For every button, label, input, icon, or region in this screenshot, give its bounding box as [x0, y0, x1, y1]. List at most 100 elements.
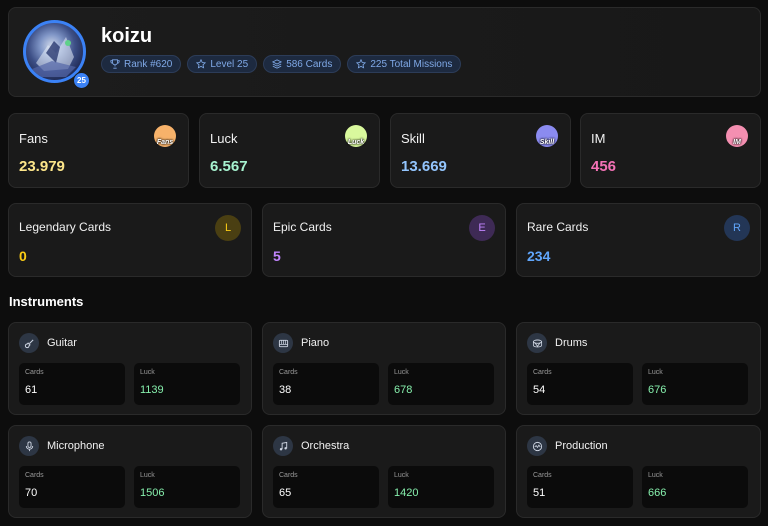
cards-pill: 586 Cards: [263, 55, 342, 73]
profile-badges: Rank #620 Level 25 586 Cards 225 Total M…: [101, 55, 462, 73]
cards-value: 65: [279, 487, 292, 499]
avatar-art-icon: [32, 37, 76, 77]
stat-title: Skill: [401, 131, 425, 146]
instrument-name: Production: [555, 440, 608, 452]
cards-stat: Cards 38: [273, 363, 379, 405]
rare-letter-icon: R: [724, 215, 750, 241]
luck-stat: Luck 678: [388, 363, 494, 405]
luck-stat: Luck 666: [642, 466, 748, 508]
cards-label: Cards: [25, 369, 44, 376]
instrument-name: Orchestra: [301, 440, 350, 452]
luck-value: 678: [394, 384, 413, 396]
instrument-card-drums: Drums Cards 54 Luck 676: [516, 322, 761, 415]
avatar-container: 25: [23, 20, 90, 89]
rarity-card-rare: Rare Cards 234 R: [516, 203, 761, 277]
luck-icon: Luck: [345, 125, 367, 147]
cards-label: Cards: [279, 472, 298, 479]
epic-letter-icon: E: [469, 215, 495, 241]
layers-icon: [272, 59, 283, 69]
rarity-title: Legendary Cards: [19, 220, 112, 234]
cards-stat: Cards 61: [19, 363, 125, 405]
stat-card-fans: Fans 23.979 Fans: [8, 113, 189, 188]
microphone-icon: [19, 436, 39, 456]
music-note-icon: [273, 436, 293, 456]
rarity-value: 0: [19, 248, 27, 264]
missions-label: 225 Total Missions: [370, 58, 453, 70]
luck-stat: Luck 1420: [388, 466, 494, 508]
instrument-header: Piano: [273, 333, 329, 353]
luck-label: Luck: [140, 369, 155, 376]
instrument-header: Drums: [527, 333, 587, 353]
luck-label: Luck: [394, 369, 409, 376]
skill-icon: Skill: [536, 125, 558, 147]
instrument-name: Piano: [301, 337, 330, 349]
cards-value: 51: [533, 487, 546, 499]
cards-stat: Cards 54: [527, 363, 633, 405]
username: koizu: [101, 25, 153, 47]
instrument-header: Orchestra: [273, 436, 349, 456]
cards-label: Cards: [279, 369, 298, 376]
cards-label: Cards: [533, 472, 552, 479]
im-icon: IM: [726, 125, 748, 147]
luck-value: 676: [648, 384, 667, 396]
luck-value: 1506: [140, 487, 165, 499]
stat-card-skill: Skill 13.669 Skill: [390, 113, 571, 188]
trophy-icon: [110, 59, 120, 69]
rarity-card-epic: Epic Cards 5 E: [262, 203, 506, 277]
rarity-title: Epic Cards: [273, 220, 332, 234]
stat-card-luck: Luck 6.567 Luck: [199, 113, 380, 188]
luck-label: Luck: [140, 472, 155, 479]
stat-title: Fans: [19, 131, 48, 146]
stat-value: 6.567: [210, 158, 248, 175]
stat-value: 456: [591, 158, 617, 175]
instrument-header: Production: [527, 436, 608, 456]
luck-label: Luck: [648, 472, 663, 479]
rank-badge: Rank #620: [101, 55, 182, 73]
level-pill: Level 25: [187, 55, 258, 73]
luck-label: Luck: [648, 369, 663, 376]
cards-stat: Cards 70: [19, 466, 125, 508]
instrument-card-orchestra: Orchestra Cards 65 Luck 1420: [262, 425, 506, 518]
cards-value: 38: [279, 384, 292, 396]
cards-label: Cards: [25, 472, 44, 479]
luck-value: 1420: [394, 487, 419, 499]
production-icon: [527, 436, 547, 456]
rarity-title: Rare Cards: [527, 220, 589, 234]
luck-value: 666: [648, 487, 667, 499]
instrument-card-production: Production Cards 51 Luck 666: [516, 425, 761, 518]
instrument-name: Microphone: [47, 440, 105, 452]
instruments-heading: Instruments: [9, 294, 84, 309]
drums-icon: [527, 333, 547, 353]
cards-stat: Cards 65: [273, 466, 379, 508]
instrument-name: Drums: [555, 337, 588, 349]
cards-stat: Cards 51: [527, 466, 633, 508]
rank-label: Rank #620: [124, 58, 173, 70]
stat-value: 13.669: [401, 158, 447, 175]
instrument-card-microphone: Microphone Cards 70 Luck 1506: [8, 425, 252, 518]
instrument-card-piano: Piano Cards 38 Luck 678: [262, 322, 506, 415]
cards-label: Cards: [533, 369, 552, 376]
legendary-letter-icon: L: [215, 215, 241, 241]
instrument-name: Guitar: [47, 337, 77, 349]
cards-label: 586 Cards: [286, 58, 333, 70]
rarity-value: 234: [527, 248, 551, 264]
level-label: Level 25: [210, 58, 249, 70]
stat-title: Luck: [210, 131, 238, 146]
piano-icon: [273, 333, 293, 353]
star-icon: [196, 59, 207, 69]
level-badge: 25: [73, 72, 90, 89]
star-icon: [356, 59, 367, 69]
instrument-header: Microphone: [19, 436, 104, 456]
rarity-value: 5: [273, 248, 281, 264]
guitar-icon: [19, 333, 39, 353]
missions-pill: 225 Total Missions: [347, 55, 462, 73]
cards-value: 70: [25, 487, 38, 499]
instrument-header: Guitar: [19, 333, 77, 353]
luck-value: 1139: [140, 384, 164, 396]
luck-label: Luck: [394, 472, 409, 479]
luck-stat: Luck 1139: [134, 363, 240, 405]
instrument-card-guitar: Guitar Cards 61 Luck 1139: [8, 322, 252, 415]
cards-value: 61: [25, 384, 38, 396]
cards-value: 54: [533, 384, 546, 396]
fans-icon: Fans: [154, 125, 176, 147]
